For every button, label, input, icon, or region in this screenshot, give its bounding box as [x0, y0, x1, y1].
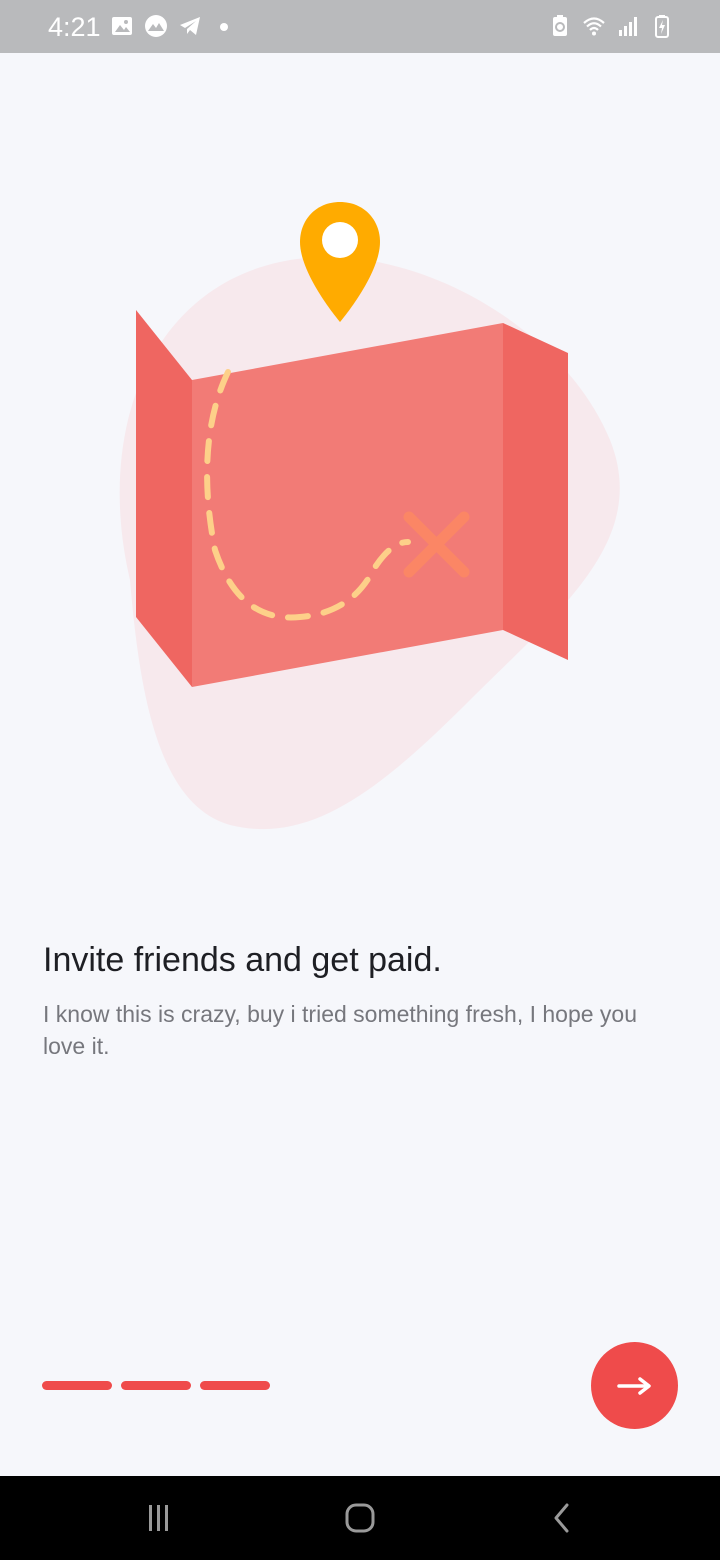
gallery-icon	[112, 17, 132, 35]
back-button[interactable]	[542, 1498, 582, 1538]
battery-charging-icon	[655, 15, 669, 38]
signal-icon	[619, 17, 637, 36]
onboarding-description: I know this is crazy, buy i tried someth…	[43, 1001, 638, 1059]
telegram-icon	[180, 17, 200, 35]
treasure-map-illustration	[119, 202, 620, 830]
system-nav-bar	[0, 1476, 720, 1560]
recent-apps-button[interactable]	[138, 1498, 178, 1538]
next-button[interactable]	[591, 1342, 678, 1429]
onboarding-title: Invite friends and get paid.	[43, 941, 442, 979]
back-icon	[554, 1503, 569, 1533]
notification-dot-icon	[220, 23, 228, 31]
home-button[interactable]	[340, 1498, 380, 1538]
status-time: 4:21	[48, 12, 101, 42]
wifi-icon	[583, 17, 605, 36]
onboarding-screen: 4:21 Invite friends and get paid. I know…	[0, 0, 720, 1560]
status-bar: 4:21	[0, 0, 720, 53]
map-center-panel	[192, 323, 503, 687]
map-right-panel	[503, 323, 568, 660]
battery-saver-icon	[553, 15, 567, 36]
page-indicator-dash	[42, 1381, 112, 1390]
home-icon	[345, 1503, 375, 1533]
status-right-icons	[548, 14, 674, 38]
app-icon	[145, 15, 167, 37]
page-indicator-dash	[121, 1381, 191, 1390]
arrow-right-icon	[616, 1376, 651, 1395]
status-left-icons	[110, 14, 236, 38]
page-indicator	[42, 1381, 270, 1390]
page-indicator-dash	[200, 1381, 270, 1390]
recent-apps-icon	[149, 1505, 168, 1531]
